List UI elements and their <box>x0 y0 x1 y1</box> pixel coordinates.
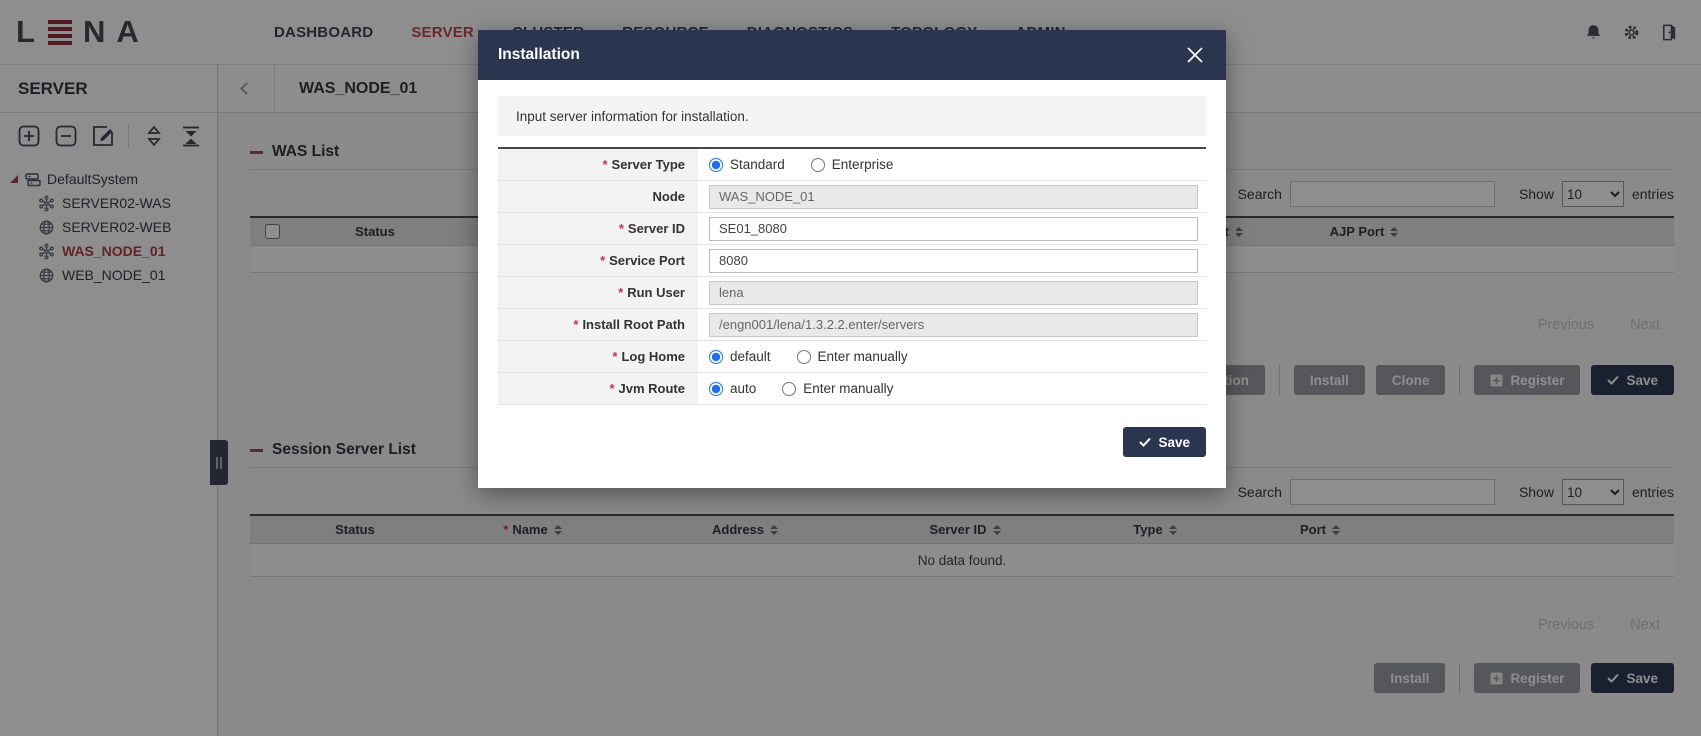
modal-info-message: Input server information for installatio… <box>498 96 1206 136</box>
form-row-jvm-route: *Jvm Route auto Enter manually <box>498 373 1206 405</box>
service-port-field[interactable] <box>709 249 1198 273</box>
field-label: Install Root Path <box>582 317 685 332</box>
check-icon <box>1139 437 1151 447</box>
field-label: Jvm Route <box>619 381 685 396</box>
modal-header: Installation <box>478 30 1226 80</box>
field-label: Run User <box>627 285 685 300</box>
server-id-field[interactable] <box>709 217 1198 241</box>
form-row-server-type: *Server Type Standard Enterprise <box>498 149 1206 181</box>
server-type-enterprise-radio[interactable] <box>811 158 825 172</box>
node-field <box>709 185 1198 209</box>
modal-title: Installation <box>498 46 580 64</box>
server-type-standard-radio[interactable] <box>709 158 723 172</box>
log-home-default-option[interactable]: default <box>709 349 771 364</box>
install-root-path-field <box>709 313 1198 337</box>
jvm-route-manual-option[interactable]: Enter manually <box>782 381 893 396</box>
run-user-field <box>709 281 1198 305</box>
field-label: Server Type <box>612 157 685 172</box>
log-home-default-radio[interactable] <box>709 350 723 364</box>
field-label: Service Port <box>609 253 685 268</box>
form-row-run-user: *Run User <box>498 277 1206 309</box>
form-row-install-root-path: *Install Root Path <box>498 309 1206 341</box>
server-type-enterprise-option[interactable]: Enterprise <box>811 157 894 172</box>
installation-form: *Server Type Standard Enterprise Node <box>498 147 1206 405</box>
form-row-service-port: *Service Port <box>498 245 1206 277</box>
field-label: Node <box>653 189 686 204</box>
form-row-server-id: *Server ID <box>498 213 1206 245</box>
field-label: Log Home <box>621 349 685 364</box>
server-type-standard-option[interactable]: Standard <box>709 157 785 172</box>
log-home-manual-radio[interactable] <box>797 350 811 364</box>
log-home-manual-option[interactable]: Enter manually <box>797 349 908 364</box>
close-icon[interactable] <box>1184 44 1206 66</box>
modal-save-button[interactable]: Save <box>1123 427 1206 457</box>
form-row-log-home: *Log Home default Enter manually <box>498 341 1206 373</box>
form-row-node: Node <box>498 181 1206 213</box>
installation-modal: Installation Input server information fo… <box>478 30 1226 488</box>
field-label: Server ID <box>628 221 685 236</box>
jvm-route-auto-radio[interactable] <box>709 382 723 396</box>
jvm-route-manual-radio[interactable] <box>782 382 796 396</box>
jvm-route-auto-option[interactable]: auto <box>709 381 756 396</box>
